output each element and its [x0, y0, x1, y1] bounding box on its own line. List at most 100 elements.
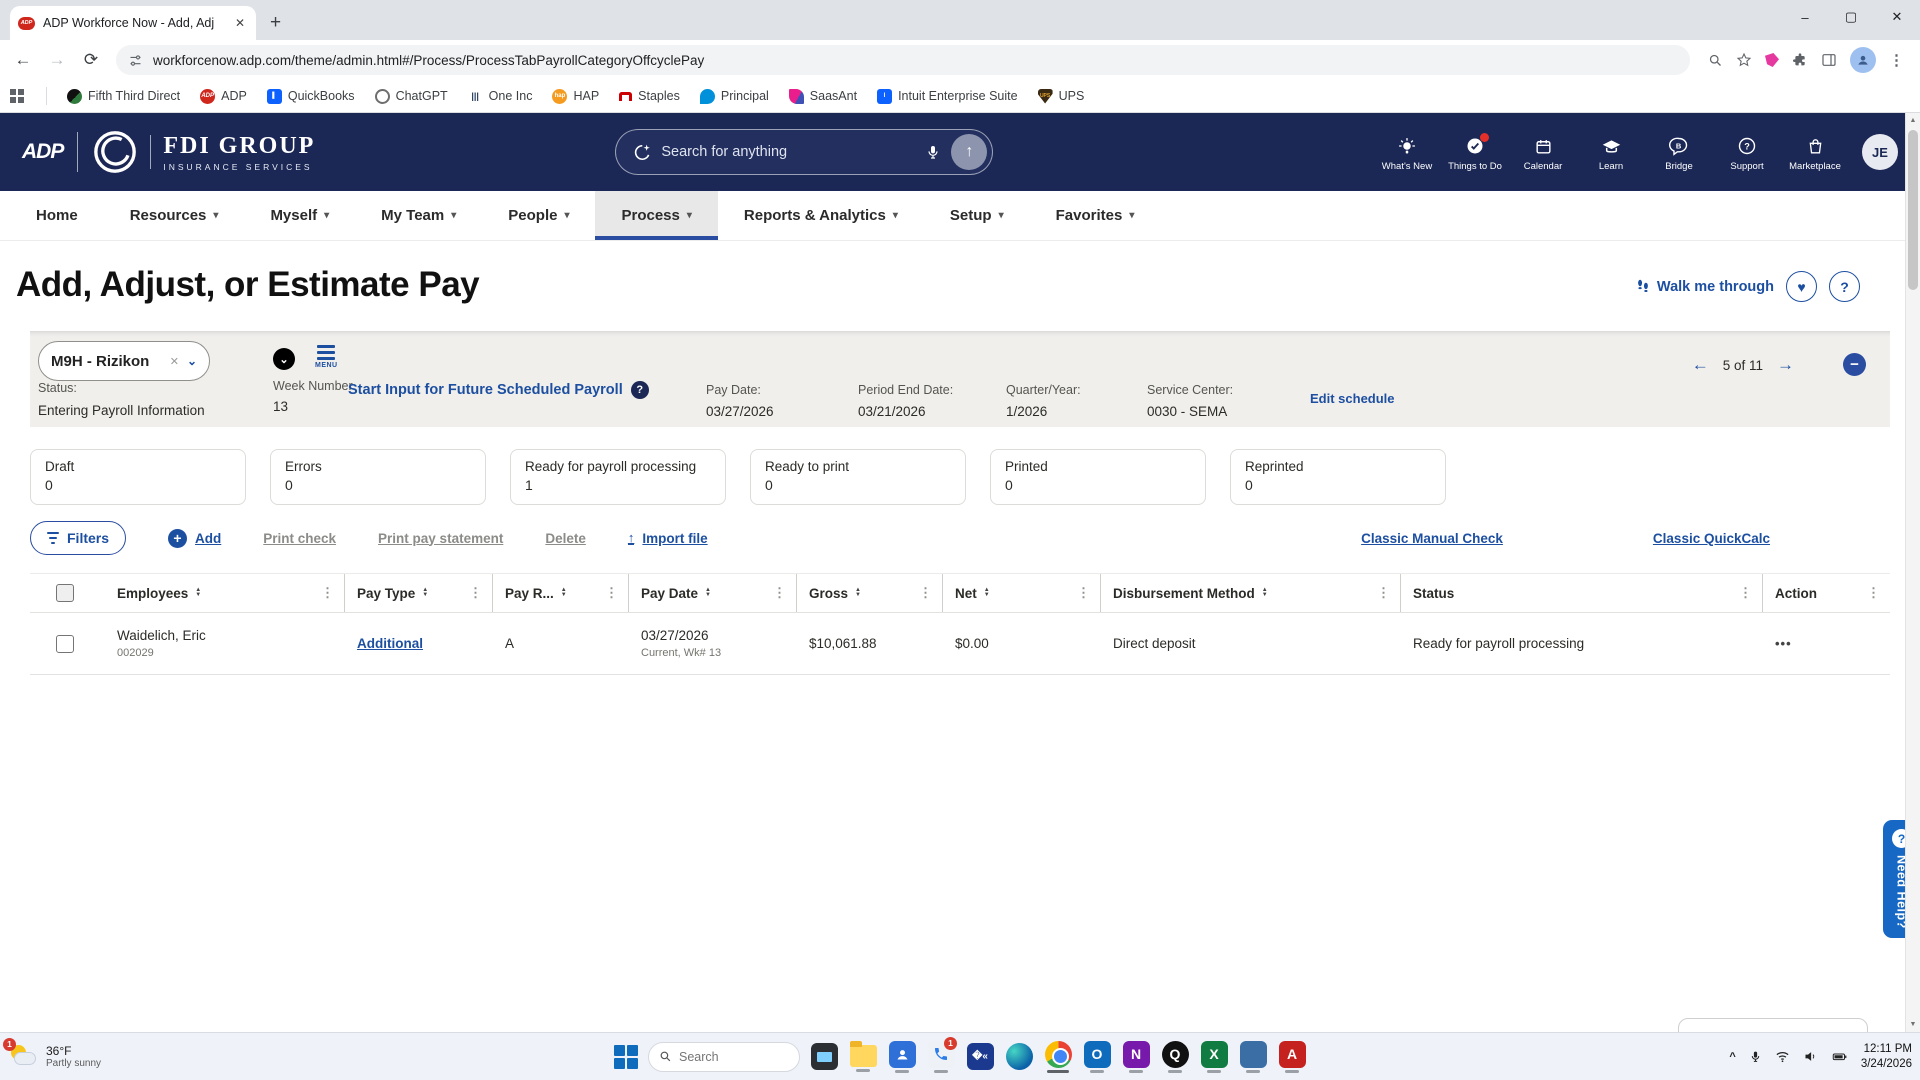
nav-my-team[interactable]: My Team ▾: [355, 191, 482, 240]
filters-button[interactable]: Filters: [30, 521, 127, 555]
bookmark-saasant[interactable]: SaasAnt: [788, 88, 857, 104]
scroll-down-icon[interactable]: ▼: [1906, 1017, 1920, 1032]
bookmark-fifth-third[interactable]: Fifth Third Direct: [67, 88, 180, 104]
sort-icon[interactable]: ▲ ▼: [1262, 587, 1268, 598]
taskbar-app-outlook[interactable]: O: [1082, 1037, 1112, 1077]
browser-profile-avatar[interactable]: [1850, 47, 1876, 73]
bookmark-star-icon[interactable]: [1736, 52, 1752, 68]
hidden-icons-chevron[interactable]: ^: [1729, 1051, 1735, 1063]
sort-icon[interactable]: ▲ ▼: [984, 587, 990, 598]
start-button[interactable]: [613, 1044, 639, 1070]
back-icon[interactable]: ←: [8, 45, 38, 75]
clock[interactable]: 12:11 PM 3/24/2026: [1861, 1042, 1912, 1072]
support-button[interactable]: ? Support: [1716, 132, 1778, 172]
column-net[interactable]: Net ▲ ▼ ⋮: [943, 574, 1101, 612]
marketplace-button[interactable]: Marketplace: [1784, 132, 1846, 172]
classic-manual-check-link[interactable]: Classic Manual Check: [1361, 531, 1503, 546]
apps-grid-icon[interactable]: [10, 89, 24, 103]
column-pay-rate[interactable]: Pay R... ▲ ▼ ⋮: [493, 574, 629, 612]
user-avatar[interactable]: JE: [1862, 134, 1898, 170]
minimize-button[interactable]: –: [1782, 10, 1828, 25]
prev-arrow-icon[interactable]: ←: [1692, 355, 1709, 375]
walk-me-through-link[interactable]: Walk me through: [1636, 278, 1774, 295]
sort-icon[interactable]: ▲ ▼: [855, 587, 861, 598]
pay-cycle-status-icon[interactable]: ⌄: [273, 348, 295, 370]
taskbar-app-calculator[interactable]: [1238, 1037, 1268, 1077]
nav-favorites[interactable]: Favorites ▾: [1030, 191, 1161, 240]
bookmark-staples[interactable]: Staples: [619, 89, 680, 103]
things-to-do-button[interactable]: Things to Do: [1444, 132, 1506, 172]
taskbar-app-teams[interactable]: [887, 1037, 917, 1077]
sort-icon[interactable]: ▲ ▼: [195, 587, 201, 598]
taskbar-app-monitor[interactable]: [809, 1037, 839, 1077]
forward-icon[interactable]: →: [42, 45, 72, 75]
nav-people[interactable]: People ▾: [482, 191, 595, 240]
pay-type-link[interactable]: Additional: [357, 636, 423, 651]
delete-button[interactable]: Delete: [545, 531, 586, 546]
clear-selection-icon[interactable]: ✕: [170, 355, 179, 368]
nav-reports-analytics[interactable]: Reports & Analytics ▾: [718, 191, 924, 240]
start-future-payroll-link[interactable]: Start Input for Future Scheduled Payroll…: [348, 381, 649, 399]
maximize-button[interactable]: ▢: [1828, 9, 1874, 25]
address-bar[interactable]: [116, 45, 1690, 75]
url-input[interactable]: [153, 52, 1678, 68]
close-button[interactable]: ✕: [1874, 9, 1920, 25]
import-file-button[interactable]: ↑ Import file: [627, 531, 708, 546]
card-printed[interactable]: Printed 0: [990, 449, 1206, 505]
taskbar-search-input[interactable]: [679, 1049, 779, 1064]
nav-home[interactable]: Home: [10, 191, 104, 240]
card-reprinted[interactable]: Reprinted 0: [1230, 449, 1446, 505]
page-scrollbar[interactable]: ▲ ▼: [1905, 113, 1920, 1032]
card-draft[interactable]: Draft 0: [30, 449, 246, 505]
card-ready-to-print[interactable]: Ready to print 0: [750, 449, 966, 505]
calendar-button[interactable]: Calendar: [1512, 132, 1574, 172]
classic-quickcalc-link[interactable]: Classic QuickCalc: [1653, 531, 1770, 546]
column-status[interactable]: Status ⋮: [1401, 574, 1763, 612]
nav-process[interactable]: Process ▾: [595, 191, 719, 240]
print-check-button[interactable]: Print check: [263, 531, 336, 546]
page-help-button[interactable]: ?: [1829, 271, 1860, 302]
global-search[interactable]: ↑: [615, 129, 994, 175]
pinned-extension-icon[interactable]: [1765, 53, 1779, 67]
bookmark-quickbooks[interactable]: ▌ QuickBooks: [266, 88, 355, 104]
bookmark-chatgpt[interactable]: ChatGPT: [374, 88, 448, 104]
bookmark-ups[interactable]: UPS UPS: [1037, 88, 1084, 104]
sort-icon[interactable]: ▲ ▼: [561, 587, 567, 598]
learn-button[interactable]: Learn: [1580, 132, 1642, 172]
bookmark-principal[interactable]: Principal: [699, 88, 769, 104]
print-pay-statement-button[interactable]: Print pay statement: [378, 531, 503, 546]
taskbar-search[interactable]: [648, 1041, 800, 1072]
column-menu-icon[interactable]: ⋮: [1077, 585, 1090, 601]
tune-icon[interactable]: [128, 53, 143, 68]
help-icon[interactable]: ?: [630, 381, 649, 399]
side-panel-icon[interactable]: [1821, 52, 1837, 68]
add-button[interactable]: + Add: [168, 528, 221, 548]
sort-icon[interactable]: ▲ ▼: [705, 587, 711, 598]
search-submit-icon[interactable]: ↑: [951, 134, 988, 170]
volume-icon[interactable]: [1803, 1049, 1818, 1064]
new-tab-button[interactable]: +: [270, 12, 281, 40]
mic-icon[interactable]: [925, 144, 941, 160]
next-arrow-icon[interactable]: →: [1777, 355, 1794, 375]
bookmark-hap[interactable]: hap HAP: [552, 88, 599, 104]
column-menu-icon[interactable]: ⋮: [773, 585, 786, 601]
taskbar-app-excel[interactable]: X: [1199, 1037, 1229, 1077]
tray-mic-icon[interactable]: [1749, 1050, 1762, 1063]
bookmark-one-inc[interactable]: ||| One Inc: [467, 88, 532, 104]
column-menu-icon[interactable]: ⋮: [919, 585, 932, 601]
table-row[interactable]: Waidelich, Eric 002029 Additional A 03/27…: [30, 613, 1890, 675]
row-actions-icon[interactable]: •••: [1775, 636, 1792, 651]
column-gross[interactable]: Gross ▲ ▼ ⋮: [797, 574, 943, 612]
zoom-icon[interactable]: [1708, 53, 1723, 68]
select-all-checkbox[interactable]: [56, 584, 74, 602]
column-menu-icon[interactable]: ⋮: [321, 585, 334, 601]
browser-menu-icon[interactable]: ⋮: [1889, 51, 1904, 69]
whats-new-button[interactable]: What's New: [1376, 132, 1438, 172]
scrollbar-thumb[interactable]: [1908, 130, 1918, 290]
bridge-button[interactable]: B Bridge: [1648, 132, 1710, 172]
wifi-icon[interactable]: [1775, 1049, 1790, 1064]
taskbar-app-chrome[interactable]: [1043, 1037, 1073, 1077]
column-action[interactable]: Action ⋮: [1763, 574, 1890, 612]
nav-resources[interactable]: Resources ▾: [104, 191, 245, 240]
column-pay-date[interactable]: Pay Date ▲ ▼ ⋮: [629, 574, 797, 612]
